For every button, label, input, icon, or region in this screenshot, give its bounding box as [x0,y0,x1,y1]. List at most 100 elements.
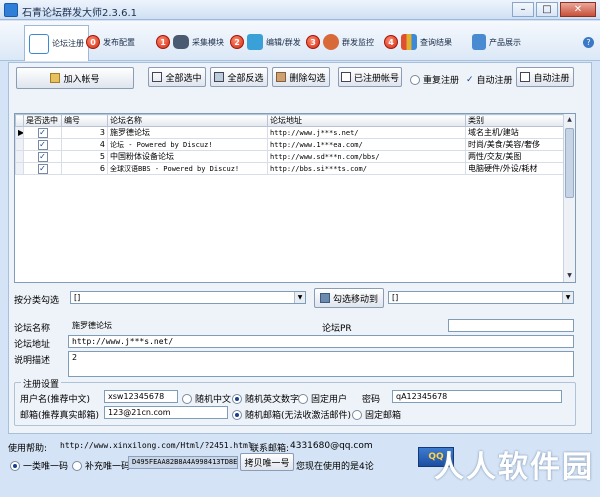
random-alnum-option[interactable]: 随机英文数字 [232,392,299,405]
document-icon [340,72,351,82]
minimize-button[interactable]: – [512,2,534,17]
row-checkbox[interactable]: ✓ [23,162,62,175]
forum-pr-label: 论坛PR [322,324,352,334]
tab-publish-config[interactable]: 0 发布配置 [86,25,135,59]
add-account-button[interactable]: 加入帐号 [16,67,134,89]
registered-accounts-button[interactable]: 已注册帐号 [338,67,402,87]
row-indicator [15,138,24,151]
forum-table: 是否选中 编号 论坛名称 论坛地址 类别 ▶ ✓ 3 施罗德论坛 http://… [14,113,576,283]
tab-label: 群发监控 [342,37,374,47]
random-chinese-radio[interactable] [182,393,192,404]
chevron-down-icon: ▼ [294,292,305,303]
copy-code-button[interactable]: 拷贝唯一号 [240,453,294,471]
random-chinese-option[interactable]: 随机中文 [182,392,231,405]
description-field[interactable]: 2 [68,351,574,377]
row-forum-name: 全球汉语BBS - Powered by Discuz! [107,162,268,175]
username-label: 用户名(推荐中文) [20,395,91,405]
move-icon [319,293,330,303]
repeat-register-radio[interactable] [410,74,420,85]
tab-product-showcase[interactable]: 产品展示 [472,25,521,59]
row-category: 域名主机/建站 [465,126,564,139]
row-checkbox[interactable]: ✓ [23,138,62,151]
fixed-user-radio[interactable] [298,393,308,404]
tab-label: 编辑/群发 [266,37,301,47]
column-header[interactable]: 论坛地址 [267,114,466,127]
repeat-register-option[interactable]: 重复注册 [410,73,459,86]
email-label: 邮箱(推荐真实邮箱) [20,411,100,421]
chevron-down-icon: ▼ [562,292,573,303]
help-link[interactable]: http://www.xinxilong.com/Html/?2451.html [60,441,253,450]
window-title: 石青论坛群发大师2.3.6.1 [22,8,137,19]
column-header[interactable]: 编号 [61,114,108,127]
fixed-email-radio[interactable] [352,409,362,420]
site-watermark: 人人软件园 [434,450,594,485]
tab-query-results[interactable]: 4 查询结果 [384,25,452,59]
row-id: 3 [61,126,108,139]
table-scrollbar[interactable]: ▲ ▼ [563,114,575,282]
random-alnum-radio[interactable] [232,393,242,404]
tab-label: 采集模块 [192,37,224,47]
row-forum-name: 中国粉体设备论坛 [107,150,268,163]
code-type-1-radio[interactable] [10,460,20,471]
random-email-radio[interactable] [232,409,242,420]
row-checkbox[interactable]: ✓ [23,150,62,163]
group-title: 注册设置 [21,377,62,390]
auto-register-option[interactable]: ✓ 自动注册 [466,73,513,87]
help-icon[interactable]: ? [583,37,594,48]
category-filter-select[interactable]: [] ▼ [70,291,306,304]
table-row[interactable]: ▶ ✓ 3 施罗德论坛 http://www.j***s.net/ 域名主机/建… [15,126,564,139]
forum-name-field[interactable]: 施罗德论坛 [68,319,254,332]
step-badge: 0 [86,35,100,49]
column-header[interactable]: 是否选中 [23,114,62,127]
scroll-down-icon[interactable]: ▼ [564,270,575,282]
close-button[interactable]: ✕ [560,2,596,17]
row-id: 5 [61,150,108,163]
row-forum-url: http://www.j***s.net/ [267,126,466,139]
random-email-option[interactable]: 随机邮箱(无法收激活邮件) [232,408,351,421]
row-category: 电脑硬件/外设/耗材 [465,162,564,175]
forum-pr-field[interactable] [448,319,574,332]
row-forum-url: http://www.sd***n.com/bbs/ [267,150,466,163]
tab-collect-module[interactable]: 1 采集模块 [156,25,224,59]
table-row[interactable]: ✓ 5 中国粉体设备论坛 http://www.sd***n.com/bbs/ … [15,150,564,163]
edit-icon [247,34,263,50]
password-label: 密码 [362,395,381,405]
maximize-button[interactable]: □ [536,2,558,17]
invert-select-button[interactable]: 全部反选 [210,67,268,87]
machine-code-field[interactable]: D495FEAA82B8A4A998413TD8E0 [128,456,238,469]
tab-label: 查询结果 [420,37,452,47]
forum-url-field[interactable]: http://www.j***s.net/ [68,335,574,348]
tab-edit-publish[interactable]: 2 编辑/群发 [230,25,301,59]
move-category-select[interactable]: [] ▼ [388,291,574,304]
email-field[interactable]: 123@21cn.com [104,406,228,419]
move-category-button[interactable]: 勾选移动到 [314,288,384,308]
code-type-2-radio[interactable] [72,460,82,471]
password-field[interactable]: qA12345678 [392,390,562,403]
delete-checked-button[interactable]: 删除勾选 [272,67,330,87]
document-icon [520,72,531,82]
tab-label: 发布配置 [103,37,135,47]
category-filter-label: 按分类勾选 [14,296,60,306]
step-badge: 1 [156,35,170,49]
column-header[interactable]: 类别 [465,114,564,127]
select-all-button[interactable]: 全部选中 [148,67,206,87]
scroll-thumb[interactable] [565,128,574,198]
tab-label: 论坛注册 [52,39,84,48]
fixed-user-option[interactable]: 固定用户 [298,392,347,405]
code-type-1-option[interactable]: 一类唯一码 [10,459,68,472]
main-toolbar: 论坛注册 0 发布配置 1 采集模块 2 编辑/群发 3 群发监控 4 查询结果… [0,21,600,61]
row-checkbox[interactable]: ✓ [23,126,62,139]
username-field[interactable]: xsw12345678 [104,390,178,403]
column-header[interactable]: 论坛名称 [107,114,268,127]
tab-publish-monitor[interactable]: 3 群发监控 [306,25,374,59]
usage-notice: 您现在使用的是4论 [296,462,374,472]
window-controls: – □ ✕ [512,2,596,17]
auto-register-button[interactable]: 自动注册 [516,67,574,87]
row-category: 两性/交友/美图 [465,150,564,163]
fixed-email-option[interactable]: 固定邮箱 [352,408,401,421]
table-row[interactable]: ✓ 4 论坛 - Powered by Discuz! http://www.1… [15,138,564,151]
scroll-up-icon[interactable]: ▲ [564,114,575,126]
code-type-2-option[interactable]: 补充唯一码 [72,459,130,472]
tab-forum-register[interactable]: 论坛注册 [24,25,89,61]
table-row[interactable]: ✓ 6 全球汉语BBS - Powered by Discuz! http://… [15,162,564,175]
